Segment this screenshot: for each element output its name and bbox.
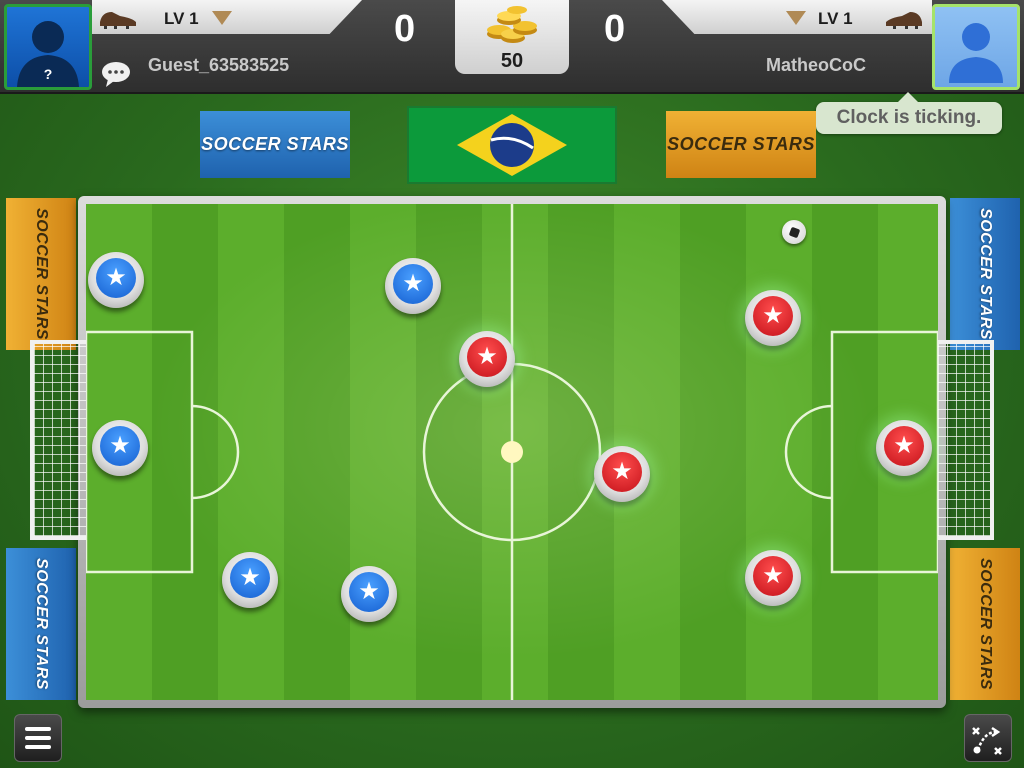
player-right-avatar[interactable] [932,4,1020,90]
star-icon: ★ [349,572,389,612]
center-spot [501,441,523,463]
blue-player-disc[interactable]: ★ [88,252,144,308]
banner-brand-text: SOCCER STARS [977,558,994,690]
coin-display: 50 [455,0,569,74]
tactics-formation-icon [972,726,1002,755]
gold-coin-stack-icon [487,6,537,43]
pitch-markings [86,204,938,700]
soccer-stars-banner-blue: SOCCER STARS [200,111,350,178]
blue-player-disc[interactable]: ★ [385,258,441,314]
soccer-pitch[interactable] [86,204,938,700]
chat-bubble-icon [102,62,130,87]
right-penalty-arc [784,404,833,500]
blue-player-disc[interactable]: ★ [222,552,278,608]
banner-brand-text: SOCCER STARS [201,134,349,154]
player-left-score: 0 [394,8,416,50]
hamburger-menu-icon [25,727,51,749]
blue-player-disc[interactable]: ★ [92,420,148,476]
red-player-disc[interactable]: ★ [594,446,650,502]
player-right-name: MatheoCoC [766,55,866,75]
unknown-user-silhouette-icon: ? [17,21,79,87]
left-penalty-arc [191,404,240,500]
star-icon: ★ [96,258,136,298]
star-icon: ★ [602,452,642,492]
soccer-stars-side-banner-right-bottom: SOCCER STARS [950,548,1020,700]
player-left-level-strip: LV 1 [92,0,362,34]
player-right-score: 0 [604,8,626,50]
soccer-stars-side-banner-right-top: SOCCER STARS [950,198,1020,350]
menu-button[interactable] [14,714,62,762]
blue-player-disc[interactable]: ★ [341,566,397,622]
star-icon: ★ [393,264,433,304]
brazil-flag-banner [407,106,617,184]
soccer-cleat-icon [886,12,922,29]
level-chevron-icon [212,11,232,25]
star-icon: ★ [753,296,793,336]
star-icon: ★ [884,426,924,466]
banner-brand-text: SOCCER STARS [667,134,815,154]
soccer-cleat-icon [100,12,136,29]
level-chevron-icon [786,11,806,25]
star-icon: ★ [230,558,270,598]
soccer-ball-icon [782,220,806,244]
coin-count: 50 [500,50,524,72]
clock-ticking-toast: Clock is ticking. [816,92,1002,134]
star-icon: ★ [467,337,507,377]
player-left-level: LV 1 [164,9,199,28]
avatar-unknown-mark: ? [44,66,53,82]
player-right-level-strip: LV 1 [662,0,932,34]
banner-brand-text: SOCCER STARS [33,208,50,340]
left-goal-net [30,340,86,540]
brazil-flag-icon [409,108,615,182]
player-right-level: LV 1 [818,9,853,28]
soccer-stars-side-banner-left-top: SOCCER STARS [6,198,76,350]
chat-button[interactable] [100,60,132,93]
soccer-stars-banner-orange: SOCCER STARS [666,111,816,178]
player-left-name: Guest_63583525 [148,55,290,75]
red-player-disc[interactable]: ★ [745,290,801,346]
banner-brand-text: SOCCER STARS [33,558,50,690]
red-player-disc[interactable]: ★ [876,420,932,476]
red-player-disc[interactable]: ★ [459,331,515,387]
top-hud: ? LV 1 Guest_63583525 0 50 0 LV 1 Matheo… [0,0,1024,94]
banner-brand-text: SOCCER STARS [977,208,994,340]
tactics-button[interactable] [964,714,1012,762]
red-player-disc[interactable]: ★ [745,550,801,606]
default-user-icon [949,23,1003,83]
right-goal-net [938,340,994,540]
star-icon: ★ [100,426,140,466]
player-left-avatar[interactable]: ? [4,4,92,90]
soccer-stars-side-banner-left-bottom: SOCCER STARS [6,548,76,700]
star-icon: ★ [753,556,793,596]
